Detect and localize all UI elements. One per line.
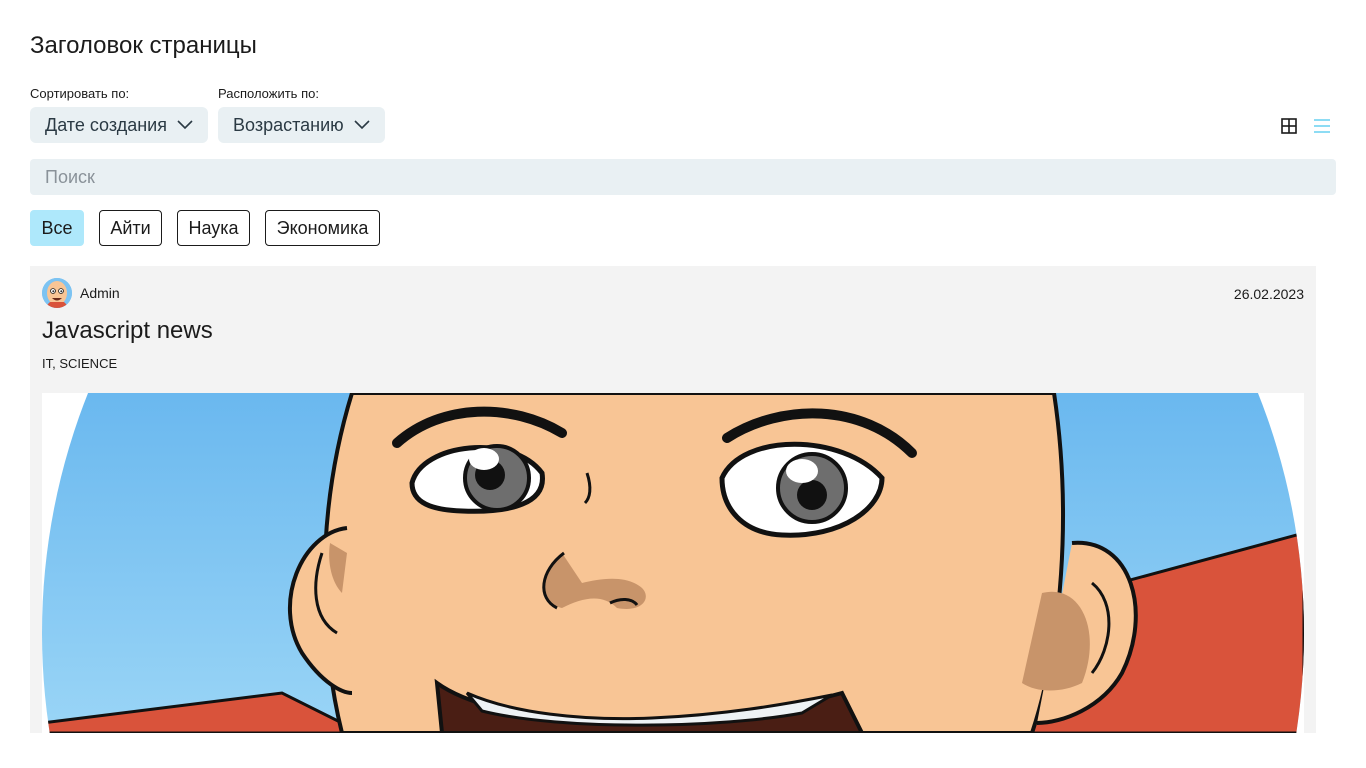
sort-value: Дате создания <box>45 114 167 135</box>
grid-view-button[interactable] <box>1279 116 1299 136</box>
avatar[interactable] <box>42 278 72 308</box>
order-value: Возрастанию <box>233 114 344 135</box>
author-name: Admin <box>80 285 120 301</box>
article-image <box>42 393 1304 733</box>
order-select[interactable]: Возрастанию <box>218 107 385 143</box>
sort-label: Сортировать по: <box>30 86 130 101</box>
article-tags: IT, SCIENCE <box>42 356 118 371</box>
avatar-image <box>42 278 72 308</box>
list-icon <box>1314 119 1330 133</box>
tab-it[interactable]: Айти <box>99 210 162 246</box>
order-label: Расположить по: <box>218 86 319 101</box>
cartoon-illustration <box>42 393 1304 733</box>
chevron-down-icon <box>354 120 370 130</box>
grid-icon <box>1281 118 1297 134</box>
sort-group: Сортировать по: Дате создания <box>30 86 208 143</box>
tab-science[interactable]: Наука <box>177 210 250 246</box>
articles-page: Заголовок страницы Сортировать по: Дате … <box>0 0 1366 768</box>
search-input[interactable] <box>30 159 1336 195</box>
article-card[interactable]: Admin 26.02.2023 Javascript news IT, SCI… <box>30 266 1316 733</box>
order-group: Расположить по: Возрастанию <box>218 86 385 143</box>
page-title: Заголовок страницы <box>30 32 257 59</box>
article-date: 26.02.2023 <box>1233 286 1304 302</box>
sort-select[interactable]: Дате создания <box>30 107 208 143</box>
tab-all[interactable]: Все <box>30 210 84 246</box>
article-title[interactable]: Javascript news <box>42 317 213 345</box>
list-view-button[interactable] <box>1312 116 1332 136</box>
chevron-down-icon <box>177 120 193 130</box>
tab-economics[interactable]: Экономика <box>265 210 380 246</box>
